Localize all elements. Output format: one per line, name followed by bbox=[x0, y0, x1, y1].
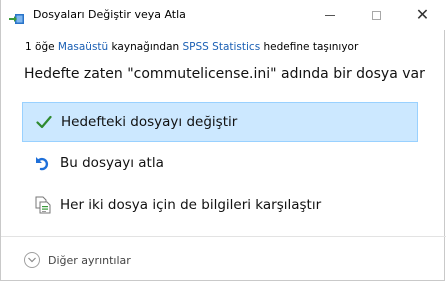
more-details-toggle[interactable]: Diğer ayrıntılar bbox=[24, 252, 131, 268]
maximize-button bbox=[353, 0, 399, 30]
chevron-down-icon bbox=[24, 252, 40, 268]
compare-files-label: Her iki dosya için de bilgileri karşılaş… bbox=[60, 197, 322, 213]
close-icon: ✕ bbox=[415, 5, 430, 24]
close-button[interactable]: ✕ bbox=[399, 0, 446, 30]
subtitle-suffix: hedefine taşınıyor bbox=[260, 41, 359, 53]
minimize-icon bbox=[325, 14, 335, 16]
window-title: Dosyaları Değiştir veya Atla bbox=[33, 8, 186, 21]
footer-divider bbox=[1, 236, 446, 237]
file-conflict-dialog: Dosyaları Değiştir veya Atla ✕ 1 öğe Mas… bbox=[0, 0, 446, 281]
maximize-icon bbox=[371, 10, 381, 20]
skip-file-option[interactable]: Bu dosyayı atla bbox=[22, 143, 418, 183]
move-files-icon bbox=[9, 10, 25, 24]
conflict-heading: Hedefte zaten "commutelicense.ini" adınd… bbox=[24, 66, 425, 82]
title-bar: Dosyaları Değiştir veya Atla ✕ bbox=[1, 0, 446, 30]
replace-file-label: Hedefteki dosyayı değiştir bbox=[61, 114, 238, 130]
checkmark-icon bbox=[35, 113, 53, 131]
skip-file-label: Bu dosyayı atla bbox=[60, 155, 164, 171]
operation-description: 1 öğe Masaüstü kaynağından SPSS Statisti… bbox=[25, 41, 358, 53]
source-folder-link[interactable]: Masaüstü bbox=[58, 41, 108, 53]
replace-file-option[interactable]: Hedefteki dosyayı değiştir bbox=[22, 102, 418, 142]
minimize-button[interactable] bbox=[307, 0, 353, 30]
compare-files-icon bbox=[34, 196, 52, 214]
destination-folder-link[interactable]: SPSS Statistics bbox=[183, 41, 261, 53]
subtitle-middle: kaynağından bbox=[108, 41, 183, 53]
skip-icon bbox=[34, 154, 52, 172]
more-details-label: Diğer ayrıntılar bbox=[48, 253, 131, 267]
subtitle-prefix: 1 öğe bbox=[25, 41, 58, 53]
compare-files-option[interactable]: Her iki dosya için de bilgileri karşılaş… bbox=[22, 185, 418, 225]
